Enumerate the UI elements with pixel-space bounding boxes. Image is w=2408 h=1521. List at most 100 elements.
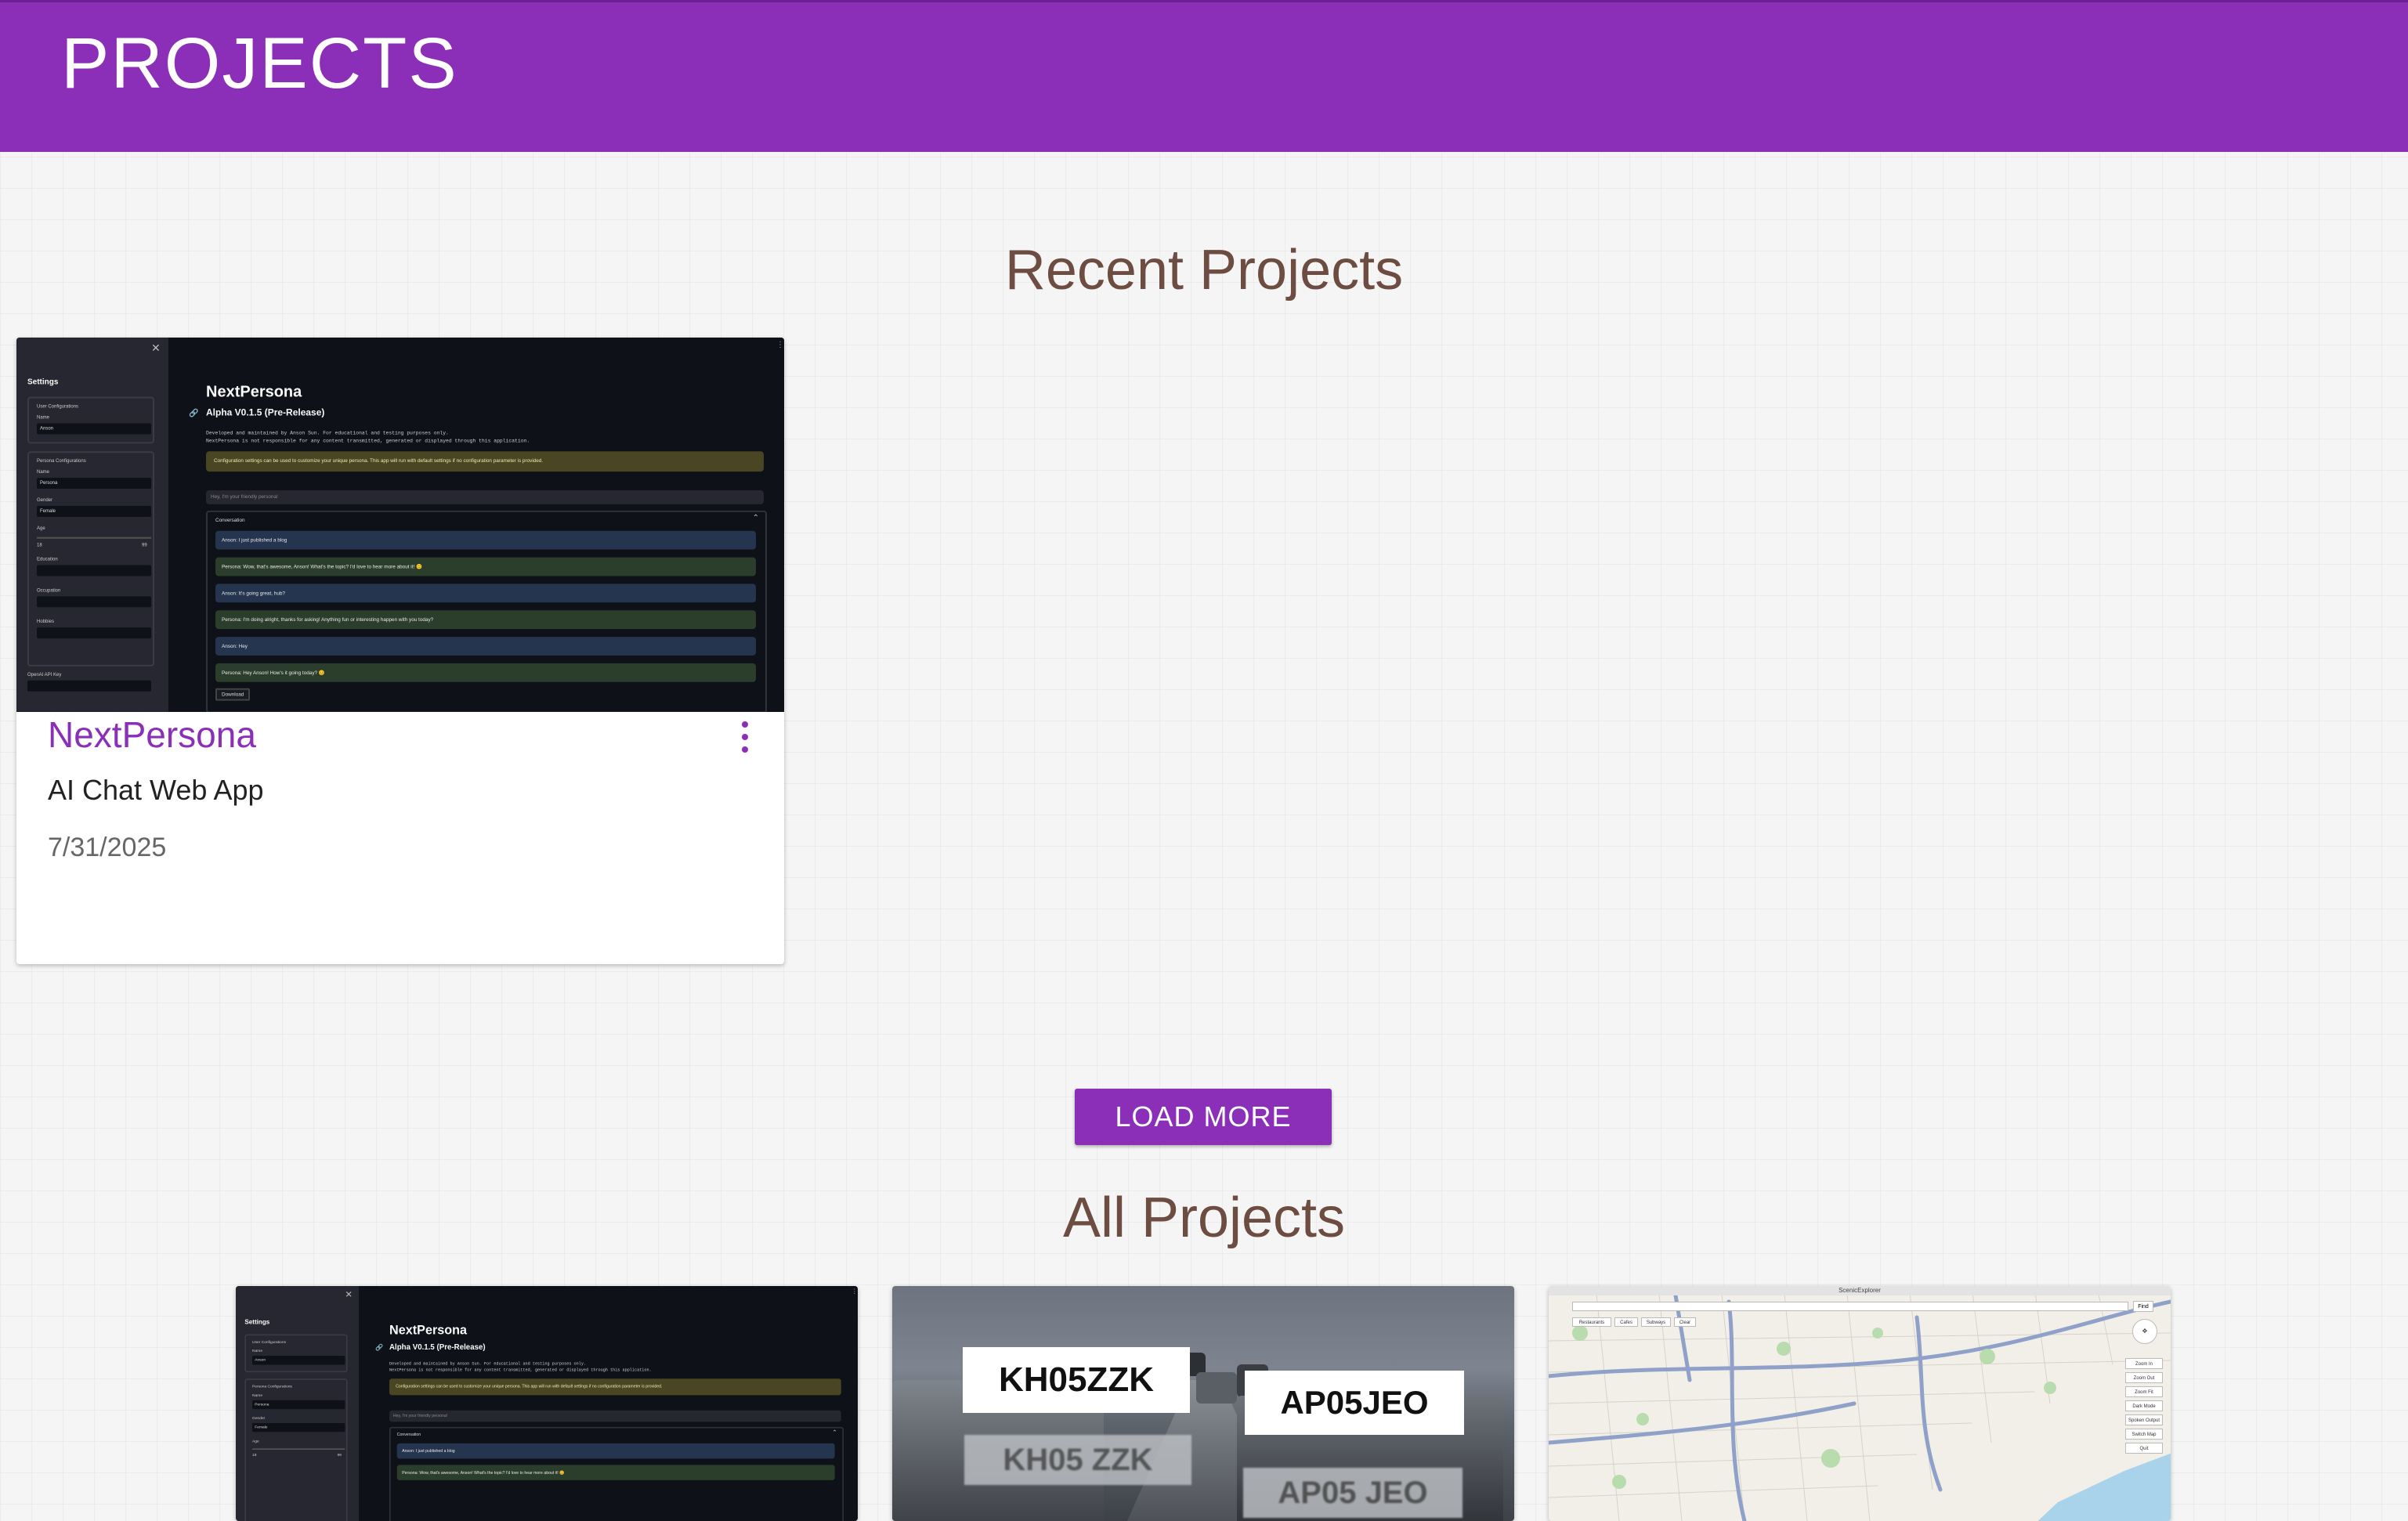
preview-menu-icon: ⋮ — [776, 340, 784, 350]
preview-message: Persona: Hey Anson! How's it going today… — [215, 663, 756, 682]
preview-age-label: Age — [252, 1438, 259, 1443]
load-more-button[interactable]: LOAD MORE — [1075, 1089, 1332, 1145]
preview-age-max: 99 — [337, 1452, 342, 1458]
preview-age-min: 18 — [37, 541, 42, 548]
preview-conversation: Conversation ⌃ Anson: I just published a… — [389, 1426, 844, 1521]
preview-warning: Configuration settings can be used to cu… — [206, 451, 764, 472]
map-subways-button: Subways — [1641, 1317, 1671, 1327]
preview-sidebar: ✕ Settings User Configurations Name Anso… — [236, 1286, 360, 1521]
preview-name-label: Name — [37, 414, 50, 421]
preview-age-slider — [252, 1448, 345, 1450]
map-quit-button: Quit — [2125, 1443, 2163, 1454]
preview-download-button: Download — [215, 688, 251, 701]
project-thumbnail: ✕ Settings User Configurations Name Anso… — [236, 1286, 858, 1521]
preview-warning: Configuration settings can be used to cu… — [389, 1378, 841, 1396]
preview-conversation: Conversation ⌃ Anson: I just published a… — [206, 510, 767, 712]
close-icon: ✕ — [151, 343, 161, 355]
preview-settings-label: Settings — [27, 378, 59, 388]
map-zoom-out-button: Zoom Out — [2125, 1372, 2163, 1383]
link-icon: 🔗 — [189, 409, 199, 419]
preview-gender-label: Gender — [252, 1415, 266, 1421]
car-shape — [1196, 1372, 1237, 1404]
project-date: 7/31/2025 — [48, 833, 167, 862]
project-title[interactable]: NextPersona — [48, 714, 256, 756]
preview-message: Persona: Wow, that's awesome, Anson! Wha… — [396, 1465, 835, 1480]
preview-persona-name: Persona — [252, 1400, 345, 1410]
preview-age-max: 99 — [142, 541, 147, 548]
preview-app-title: NextPersona — [206, 384, 302, 402]
preview-user-config: User Configurations Name Anson — [27, 396, 154, 444]
map-thumbnail: ScenicExplorer Find Restaurants Cafes Su… — [1549, 1286, 2171, 1521]
map-restaurants-button: Restaurants — [1572, 1317, 1611, 1327]
project-card[interactable]: ScenicExplorer Find Restaurants Cafes Su… — [1549, 1286, 2171, 1521]
preview-settings-label: Settings — [244, 1319, 270, 1327]
preview-education — [37, 565, 151, 576]
preview-version: Alpha V0.1.5 (Pre-Release) — [389, 1344, 486, 1353]
map-spoken-output-button: Spoken Output — [2125, 1414, 2163, 1425]
nextpersona-preview: ✕ Settings User Configurations Name Anso… — [16, 338, 784, 712]
preview-gender: Female — [252, 1422, 345, 1432]
project-card[interactable]: ✕ Settings User Configurations Name Anso… — [16, 338, 784, 964]
preview-gender: Female — [37, 505, 151, 517]
preview-conversation-label: Conversation — [215, 516, 245, 523]
map-search-field — [1572, 1302, 2128, 1311]
map-find-button: Find — [2133, 1301, 2153, 1312]
preview-user-name: Anson — [252, 1356, 345, 1365]
preview-hobbies-label: Hobbies — [37, 618, 55, 625]
plate-label-2: AP05JEO — [1245, 1371, 1464, 1435]
more-vert-icon[interactable] — [729, 720, 761, 767]
preview-user-config: User Configurations Name Anson — [244, 1334, 348, 1373]
nextpersona-preview: ✕ Settings User Configurations Name Anso… — [236, 1286, 858, 1521]
page-title: PROJECTS — [61, 23, 458, 103]
license-plate-thumbnail: KH05ZZK KH05 ZZK AP05JEO AP05 JEO — [892, 1286, 1514, 1521]
preview-user-name: Anson — [37, 423, 151, 435]
preview-occupation-label: Occupation — [37, 587, 61, 594]
app-bar: PROJECTS — [0, 0, 2408, 152]
map-pan-control-icon: ✥ — [2132, 1319, 2157, 1344]
map-zoom-in-button: Zoom In — [2125, 1358, 2163, 1369]
close-icon: ✕ — [345, 1291, 353, 1300]
preview-version: Alpha V0.1.5 (Pre-Release) — [206, 409, 325, 419]
preview-gender-label: Gender — [37, 496, 53, 503]
map-window-title: ScenicExplorer — [1549, 1286, 2171, 1295]
chevron-up-icon: ⌃ — [752, 513, 759, 523]
map-switch-map-button: Switch Map — [2125, 1429, 2163, 1440]
preview-sidebar: ✕ Settings User Configurations Name Anso… — [16, 338, 168, 712]
preview-persona-name-label: Name — [37, 468, 50, 475]
map-dark-mode-button: Dark Mode — [2125, 1400, 2163, 1411]
plate-label-1: KH05ZZK — [963, 1347, 1190, 1413]
preview-persona-config-label: Persona Configurations — [252, 1383, 292, 1389]
preview-chat-input: Hey, I'm your friendly persona! — [389, 1410, 841, 1422]
preview-message: Anson: I just published a blog — [396, 1443, 835, 1459]
preview-user-config-label: User Configurations — [252, 1339, 287, 1345]
link-icon: 🔗 — [375, 1344, 384, 1353]
preview-chat-input: Hey, I'm your friendly persona! — [206, 490, 764, 504]
preview-message: Anson: It's going great, hub? — [215, 583, 756, 603]
preview-note: Developed and maintained by Anson Sun. F… — [389, 1361, 846, 1373]
all-projects-heading: All Projects — [1062, 1187, 1346, 1249]
map-zoom-fit-button: Zoom Fit — [2125, 1386, 2163, 1397]
recent-projects-heading: Recent Projects — [1004, 239, 1404, 302]
preview-message: Anson: Hey — [215, 637, 756, 656]
project-card[interactable]: KH05ZZK KH05 ZZK AP05JEO AP05 JEO — [892, 1286, 1514, 1521]
preview-api-key — [27, 680, 151, 692]
preview-age-label: Age — [37, 524, 45, 531]
preview-persona-config-label: Persona Configurations — [37, 457, 86, 464]
preview-persona-name: Persona — [37, 478, 151, 490]
preview-note-line: NextPersona is not responsible for any c… — [389, 1366, 652, 1372]
preview-persona-config: Persona Configurations Name Persona Gend… — [27, 451, 154, 667]
project-card[interactable]: ✕ Settings User Configurations Name Anso… — [236, 1286, 858, 1521]
preview-hobbies — [37, 627, 151, 639]
preview-menu-icon: ⋮ — [851, 1288, 858, 1296]
preview-note-line: Developed and maintained by Anson Sun. F… — [389, 1360, 587, 1367]
preview-conversation-label: Conversation — [396, 1432, 421, 1437]
preview-note-line: Developed and maintained by Anson Sun. F… — [206, 429, 449, 436]
preview-message: Anson: I just published a blog — [215, 530, 756, 550]
preview-user-config-label: User Configurations — [37, 403, 79, 410]
preview-age-min: 18 — [252, 1452, 257, 1458]
preview-persona-config: Persona Configurations Name Persona Gend… — [244, 1378, 348, 1521]
project-subtitle: AI Chat Web App — [48, 774, 264, 806]
chevron-up-icon: ⌃ — [832, 1429, 837, 1437]
preview-message: Persona: I'm doing alright, thanks for a… — [215, 610, 756, 630]
preview-app-title: NextPersona — [389, 1324, 468, 1339]
